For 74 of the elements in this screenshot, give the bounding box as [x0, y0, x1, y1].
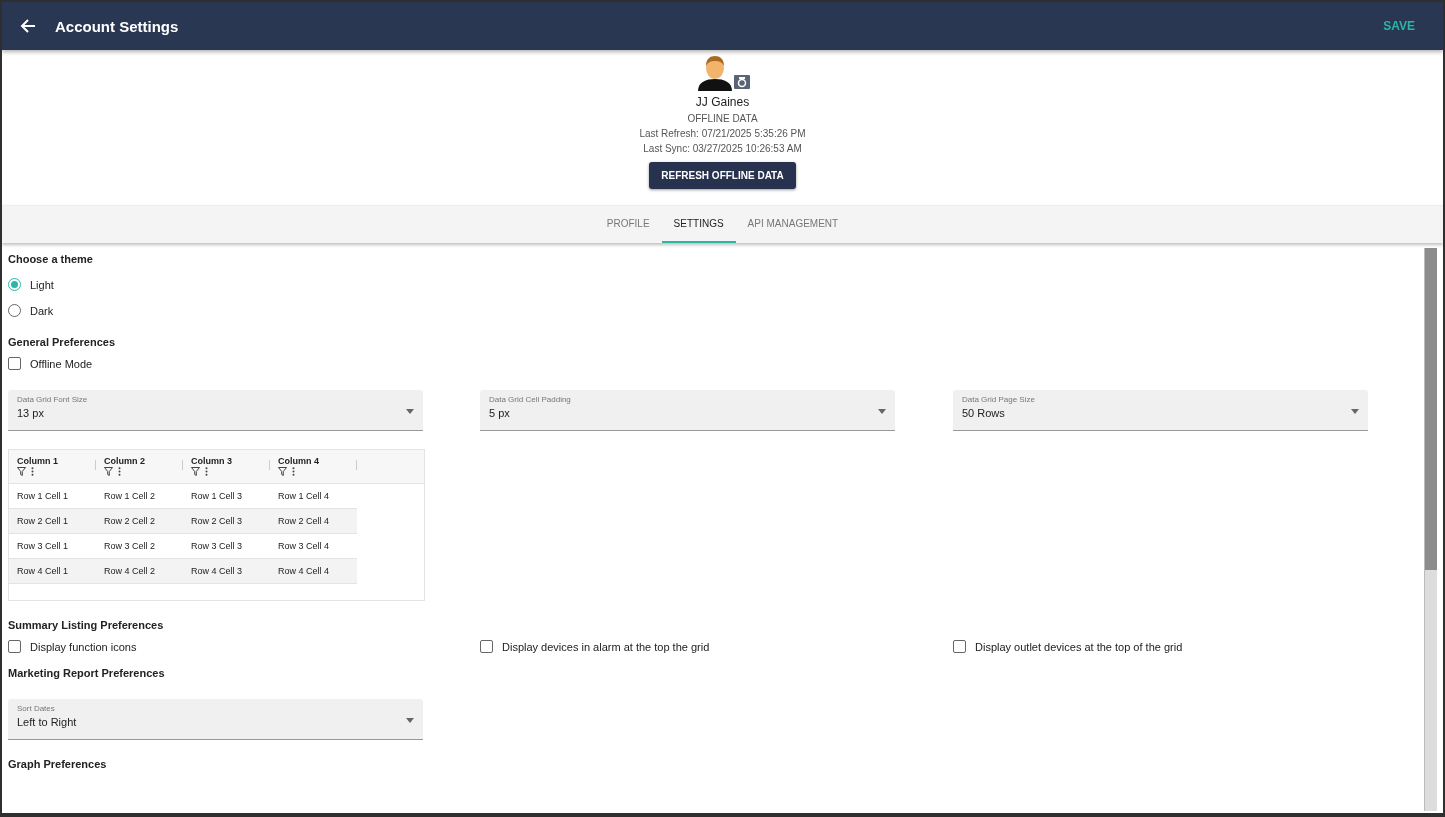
field-label: Data Grid Font Size	[17, 395, 89, 404]
table-cell-text: Row 2 Cell 2	[103, 515, 157, 528]
table-cell-text: Row 3 Cell 3	[190, 540, 244, 553]
field-label: Sort Dates	[17, 704, 56, 713]
checkbox-label: Offline Mode	[30, 357, 93, 370]
table-cell-text: Row 4 Cell 4	[277, 565, 331, 578]
section-heading: Graph Preferences	[8, 758, 108, 770]
column-header: Column 1	[17, 456, 59, 466]
checkbox-label: Display devices in alarm at the top the grid	[502, 640, 710, 653]
tab[interactable]: SETTINGS	[661, 206, 736, 243]
more-options-icon[interactable]	[31, 467, 34, 476]
table-cell-text: Row 1 Cell 3	[190, 490, 244, 503]
table-cell-text: Row 3 Cell 4	[277, 540, 331, 553]
table-cell-text: Row 3 Cell 1	[16, 540, 70, 553]
column-header: Column 4	[278, 456, 320, 466]
table-cell-text: Row 4 Cell 3	[190, 565, 244, 578]
table-cell-text: Row 2 Cell 4	[277, 515, 331, 528]
column-header: Column 2	[104, 456, 146, 466]
section-heading: General Preferences	[8, 336, 116, 348]
refresh-offline-data-button[interactable]: REFRESH OFFLINE DATA	[649, 162, 796, 189]
last-refresh-text: Last Refresh: 07/21/2025 5:35:26 PM	[639, 128, 806, 139]
section-heading: Summary Listing Preferences	[8, 619, 165, 631]
table-cell-text: Row 2 Cell 3	[190, 515, 244, 528]
table-cell-text: Row 2 Cell 1	[16, 515, 70, 528]
field-value: Left to Right	[17, 716, 78, 728]
column-header: Column 3	[191, 456, 233, 466]
table-cell-text: Row 1 Cell 2	[103, 490, 157, 503]
caret-icon	[1351, 409, 1359, 414]
more-options-icon[interactable]	[118, 467, 121, 476]
radio-label: Dark	[30, 304, 54, 317]
field-label: Data Grid Cell Padding	[489, 395, 572, 404]
filter-icon[interactable]	[17, 467, 26, 476]
table-cell-text: Row 3 Cell 2	[103, 540, 157, 553]
filter-icon[interactable]	[104, 467, 113, 476]
user-name: JJ Gaines	[695, 95, 750, 109]
offline-status: OFFLINE DATA	[687, 113, 758, 124]
checkbox-label: Display function icons	[30, 640, 137, 653]
dropdown-field[interactable]: Data Grid Cell Padding 5 px	[480, 390, 895, 431]
radio-label: Light	[30, 278, 54, 291]
field-value: 13 px	[17, 407, 45, 419]
save-button[interactable]: SAVE	[1383, 19, 1415, 33]
dropdown-field[interactable]: Data Grid Page Size 50 Rows	[953, 390, 1368, 431]
back-arrow-icon[interactable]	[20, 18, 36, 34]
scrollbar-thumb[interactable]	[1425, 248, 1437, 570]
filter-icon[interactable]	[191, 467, 200, 476]
caret-icon	[406, 718, 414, 723]
filter-icon[interactable]	[278, 467, 287, 476]
caret-icon	[406, 409, 414, 414]
tab[interactable]: API MANAGEMENT	[735, 206, 851, 243]
section-heading: Choose a theme	[8, 253, 94, 265]
checkbox[interactable]	[8, 357, 21, 370]
field-value: 5 px	[489, 407, 511, 419]
camera-icon[interactable]	[733, 75, 750, 89]
checkbox[interactable]	[953, 640, 966, 653]
checkbox[interactable]	[8, 640, 21, 653]
last-sync-text: Last Sync: 03/27/2025 10:26:53 AM	[643, 143, 802, 154]
checkbox[interactable]	[480, 640, 493, 653]
field-label: Data Grid Page Size	[962, 395, 1036, 404]
table-cell-text: Row 4 Cell 1	[16, 565, 70, 578]
more-options-icon[interactable]	[205, 467, 208, 476]
field-value: 50 Rows	[962, 407, 1006, 419]
dropdown-field[interactable]: Data Grid Font Size 13 px	[8, 390, 423, 431]
avatar-silhouette	[695, 53, 734, 91]
more-options-icon[interactable]	[292, 467, 295, 476]
tab[interactable]: PROFILE	[594, 206, 662, 243]
scrollbar-track[interactable]	[1424, 248, 1437, 811]
dropdown-field[interactable]: Sort Dates Left to Right	[8, 699, 423, 740]
table-cell-text: Row 1 Cell 1	[16, 490, 70, 503]
section-heading: Marketing Report Preferences	[8, 667, 166, 679]
table-cell-text: Row 4 Cell 2	[103, 565, 157, 578]
caret-icon	[878, 409, 886, 414]
checkbox-label: Display outlet devices at the top of the grid	[975, 640, 1183, 653]
page-title: Account Settings	[55, 17, 180, 35]
table-cell-text: Row 1 Cell 4	[277, 490, 331, 503]
